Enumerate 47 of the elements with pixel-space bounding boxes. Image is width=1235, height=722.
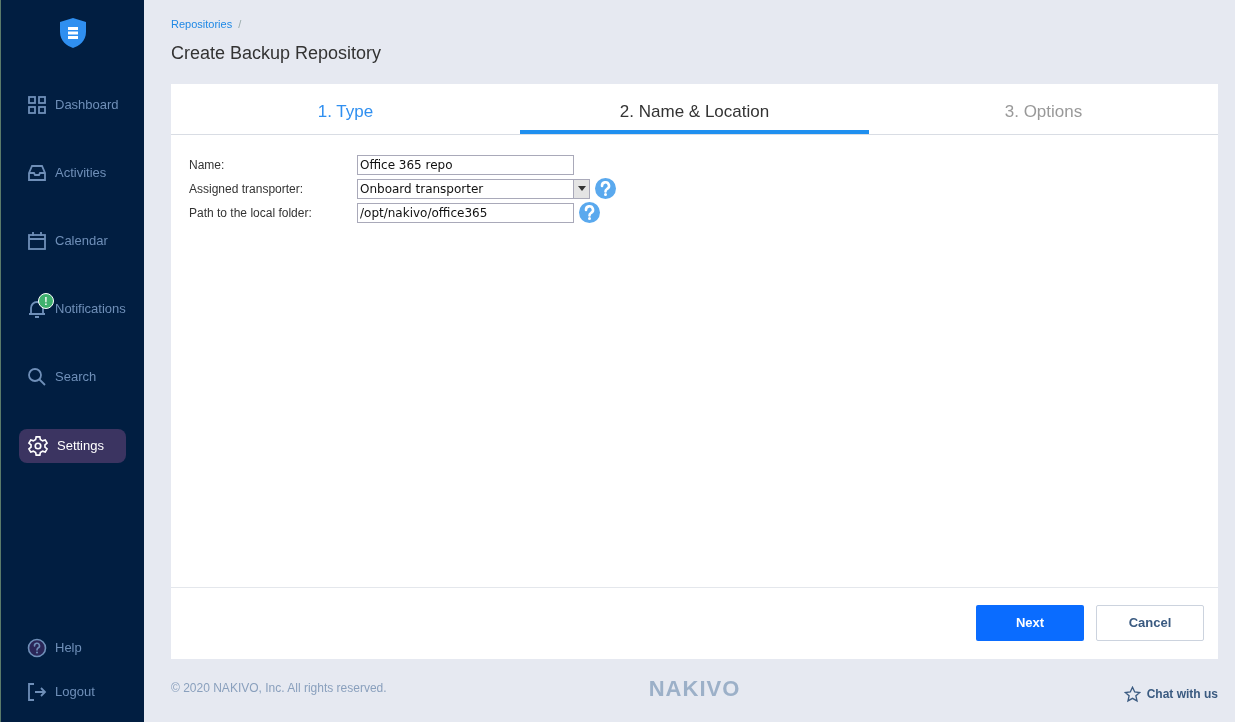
breadcrumb-separator: / bbox=[238, 18, 242, 30]
sidebar-item[interactable]: Calendar bbox=[19, 225, 126, 257]
wizard-step-tab[interactable]: 1. Type bbox=[171, 83, 520, 134]
sidebar-item[interactable]: Notifications ! bbox=[19, 293, 126, 325]
sidebar-item[interactable]: Settings bbox=[19, 429, 126, 463]
field-label: Path to the local folder: bbox=[189, 204, 313, 222]
sidebar-item[interactable]: Help bbox=[19, 632, 126, 664]
notification-badge: ! bbox=[38, 293, 54, 309]
nav-label: Help bbox=[55, 639, 82, 658]
sidebar-item[interactable]: Logout bbox=[19, 676, 126, 708]
next-button[interactable]: Next bbox=[976, 605, 1084, 641]
help-icon bbox=[27, 638, 47, 658]
field-label: Name: bbox=[189, 156, 226, 174]
nav-label: Notifications bbox=[55, 300, 126, 319]
gear-icon bbox=[27, 435, 49, 457]
nav-label: Search bbox=[55, 368, 97, 387]
nav-label: Calendar bbox=[55, 232, 108, 251]
shield-logo-icon bbox=[58, 17, 87, 49]
input-field[interactable]: /opt/nakivo/office365 bbox=[357, 202, 574, 223]
sidebar-item[interactable]: Dashboard bbox=[19, 89, 126, 121]
page-title: Create Backup Repository bbox=[171, 41, 383, 65]
search-icon bbox=[27, 367, 47, 387]
grid-icon bbox=[27, 95, 47, 115]
sidebar-item[interactable]: Activities bbox=[19, 157, 126, 189]
cancel-button[interactable]: Cancel bbox=[1096, 605, 1204, 641]
caret-icon[interactable] bbox=[574, 178, 590, 199]
wizard-step-tab[interactable]: 2. Name & Location bbox=[520, 83, 869, 134]
star-icon bbox=[1123, 685, 1141, 703]
logout-icon bbox=[27, 682, 47, 702]
help-icon[interactable] bbox=[595, 178, 616, 199]
inbox-icon bbox=[27, 163, 47, 183]
sidebar-item[interactable]: Search bbox=[19, 361, 126, 393]
calendar-icon bbox=[27, 231, 47, 251]
nav-label: Settings bbox=[57, 437, 104, 456]
wizard-step-tab[interactable]: 3. Options bbox=[869, 83, 1218, 134]
chat-label: Chat with us bbox=[1146, 686, 1218, 704]
field-label: Assigned transporter: bbox=[189, 180, 305, 198]
nav-label: Activities bbox=[55, 164, 107, 183]
bell-icon bbox=[27, 299, 47, 319]
breadcrumb-link[interactable]: Repositories bbox=[171, 18, 233, 30]
nav-label: Logout bbox=[55, 683, 95, 702]
transporter-dropdown[interactable]: Onboard transporter bbox=[357, 178, 574, 199]
nav-label: Dashboard bbox=[55, 96, 119, 115]
brand-logo: NAKIVO bbox=[648, 674, 741, 703]
copyright-text: © 2020 NAKIVO, Inc. All rights reserved. bbox=[171, 680, 388, 698]
chat-link[interactable]: Chat with us bbox=[918, 685, 1218, 704]
input-field[interactable]: Office 365 repo bbox=[357, 154, 574, 175]
